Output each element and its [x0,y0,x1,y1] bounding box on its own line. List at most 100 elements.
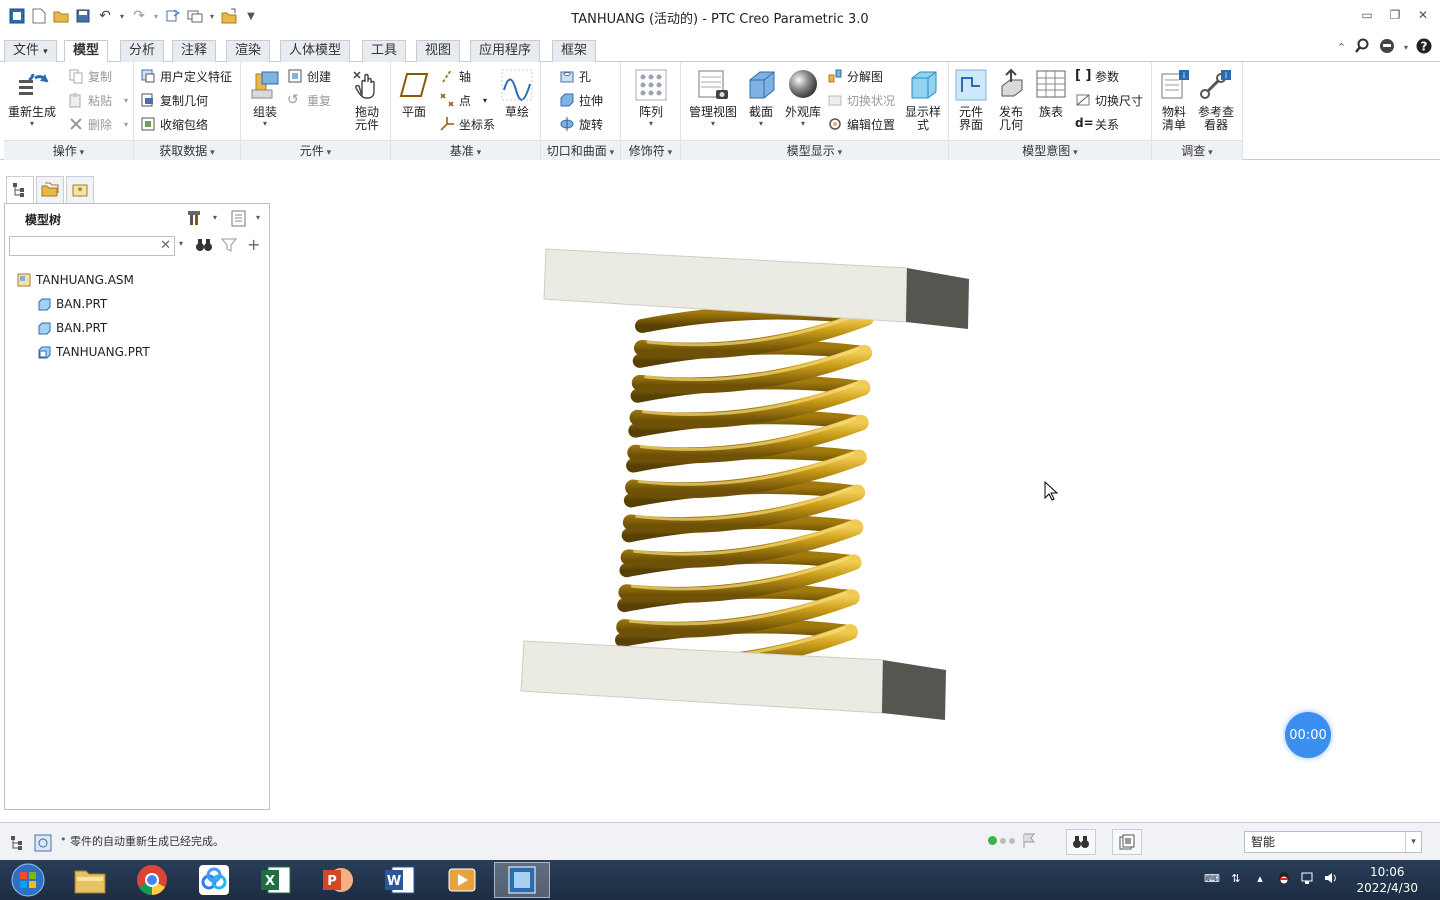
reference-viewer-button[interactable]: i 参考查看器 [1190,66,1242,136]
group-model-display-label[interactable]: 模型显示 [681,140,948,160]
spring-assembly-3d-model[interactable] [272,160,1440,822]
pattern-button[interactable]: 阵列 ▾ [625,66,677,136]
delete-button[interactable]: 删除 ▾ [68,113,128,135]
revolve-button[interactable]: 旋转 [559,113,603,135]
restore-icon[interactable]: ❐ [1386,6,1404,24]
assemble-dropdown-icon[interactable]: ▾ [263,119,267,128]
keyboard-icon[interactable]: ⌨ [1204,870,1220,886]
tab-annotate[interactable]: 注释 [172,40,217,62]
file-explorer-taskbar-icon[interactable] [62,862,118,898]
tree-node-part[interactable]: BAN.PRT [37,317,107,339]
tab-manikin[interactable]: 人体模型 [280,40,351,62]
close-icon[interactable]: ✕ [1414,6,1432,24]
powerpoint-taskbar-icon[interactable]: P [310,862,366,898]
assemble-button[interactable]: 组装 ▾ [239,66,291,136]
excel-taskbar-icon[interactable]: X [248,862,304,898]
tree-search-field[interactable]: ✕ [9,236,175,256]
section-dropdown-icon[interactable]: ▾ [759,119,763,128]
paste-dropdown-icon[interactable]: ▾ [124,96,128,105]
tab-model[interactable]: 模型 [64,40,109,63]
exploded-view-button[interactable]: 分解图 [827,65,883,87]
find-binoculars-icon[interactable] [195,237,213,256]
group-datum-label[interactable]: 基准 [391,140,540,160]
relations-button[interactable]: d= 关系 [1075,113,1119,135]
regeneration-status-icon[interactable] [988,836,1015,845]
delete-dropdown-icon[interactable]: ▾ [124,120,128,129]
add-column-icon[interactable]: + [247,235,260,254]
display-style-button[interactable]: 显示样式 [897,66,949,136]
tab-render[interactable]: 渲染 [226,40,271,62]
group-get-data-label[interactable]: 获取数据 [134,140,240,160]
minimize-icon[interactable]: ▭ [1358,6,1376,24]
pattern-dropdown-icon[interactable]: ▾ [649,119,653,128]
group-modifiers-label[interactable]: 修饰符 [621,140,680,160]
extrude-button[interactable]: 拉伸 [559,89,603,111]
word-taskbar-icon[interactable]: W [372,862,428,898]
edit-position-button[interactable]: 编辑位置 [827,113,895,135]
tree-settings-dropdown-icon[interactable]: ▾ [213,213,217,222]
tree-search-input[interactable] [10,237,156,255]
tree-node-assembly[interactable]: TANHUANG.ASM [17,269,134,291]
filter-icon[interactable] [220,237,238,256]
paste-button[interactable]: 粘贴 ▾ [68,89,128,111]
selection-filter-dropdown[interactable]: 智能 ▾ [1244,831,1422,853]
drag-components-button[interactable]: 拖动元件 [341,66,393,136]
clear-search-icon[interactable]: ✕ [160,238,171,253]
sketch-button[interactable]: 草绘 [491,66,543,136]
minimize-ribbon-icon[interactable]: ⌃ [1337,41,1346,54]
show-options-dropdown-icon[interactable]: ▾ [256,213,260,222]
point-dropdown-icon[interactable]: ▾ [483,96,487,105]
toggle-navigator-icon[interactable] [10,835,26,854]
find-button[interactable] [1066,829,1096,855]
network-icon[interactable] [1300,870,1316,886]
community-icon[interactable] [1378,38,1396,57]
group-cuts-surfaces-label[interactable]: 切口和曲面 [541,140,620,160]
start-button[interactable] [0,862,56,898]
search-icon[interactable] [1354,38,1370,57]
group-investigate-label[interactable]: 调查 [1152,140,1242,160]
create-button[interactable]: 创建 [287,65,331,87]
tab-framework[interactable]: 框架 [552,40,597,62]
tab-tools[interactable]: 工具 [362,40,407,62]
search-dropdown-icon[interactable]: ▾ [179,239,183,248]
baidu-netdisk-taskbar-icon[interactable] [186,862,242,898]
axis-button[interactable]: 轴 [439,65,471,87]
hole-button[interactable]: 孔 [559,65,591,87]
language-icon[interactable]: ⇅ [1228,870,1244,886]
manage-views-button[interactable]: 管理视图 ▾ [687,66,739,136]
toggle-status-button[interactable]: 切换状况 [827,89,895,111]
switch-dimensions-button[interactable]: 切换尺寸 [1075,89,1143,111]
flag-icon[interactable] [1022,833,1036,852]
regenerate-dropdown-icon[interactable]: ▾ [30,119,34,128]
group-component-label[interactable]: 元件 [241,140,390,160]
udf-button[interactable]: 用户定义特征 [140,65,232,87]
selection-buffer-button[interactable] [1112,829,1142,855]
copy-geometry-button[interactable]: 复制几何 [140,89,208,111]
shrinkwrap-button[interactable]: 收缩包络 [140,113,208,135]
chrome-taskbar-icon[interactable] [124,862,180,898]
toggle-browser-icon[interactable] [34,834,52,855]
model-tree-tab[interactable] [6,176,34,204]
media-player-taskbar-icon[interactable] [434,862,490,898]
appearance-dropdown-icon[interactable]: ▾ [801,119,805,128]
tab-analysis[interactable]: 分析 [120,40,165,62]
family-table-button[interactable]: 族表 [1025,66,1077,136]
repeat-button[interactable]: ↺ 重复 [287,89,331,111]
tab-applications[interactable]: 应用程序 [470,40,541,62]
qq-icon[interactable] [1276,870,1292,886]
folder-browser-tab[interactable] [36,176,64,204]
appearance-gallery-button[interactable]: 外观库 ▾ [777,66,829,136]
parameters-button[interactable]: [ ] 参数 [1075,65,1119,87]
creo-taskbar-icon[interactable] [494,862,550,898]
tree-settings-icon[interactable] [187,209,205,230]
volume-icon[interactable] [1324,870,1340,886]
help-icon[interactable]: ? [1416,38,1432,57]
graphics-viewport[interactable] [272,160,1440,822]
community-dropdown-icon[interactable]: ▾ [1404,43,1408,52]
tab-file[interactable]: 文件 ▾ [4,40,57,62]
group-operations-label[interactable]: 操作 [4,140,133,160]
tab-view[interactable]: 视图 [416,40,461,62]
tree-node-part[interactable]: BAN.PRT [37,293,107,315]
manage-views-dropdown-icon[interactable]: ▾ [711,119,715,128]
chevron-down-icon[interactable]: ▾ [1405,832,1421,852]
